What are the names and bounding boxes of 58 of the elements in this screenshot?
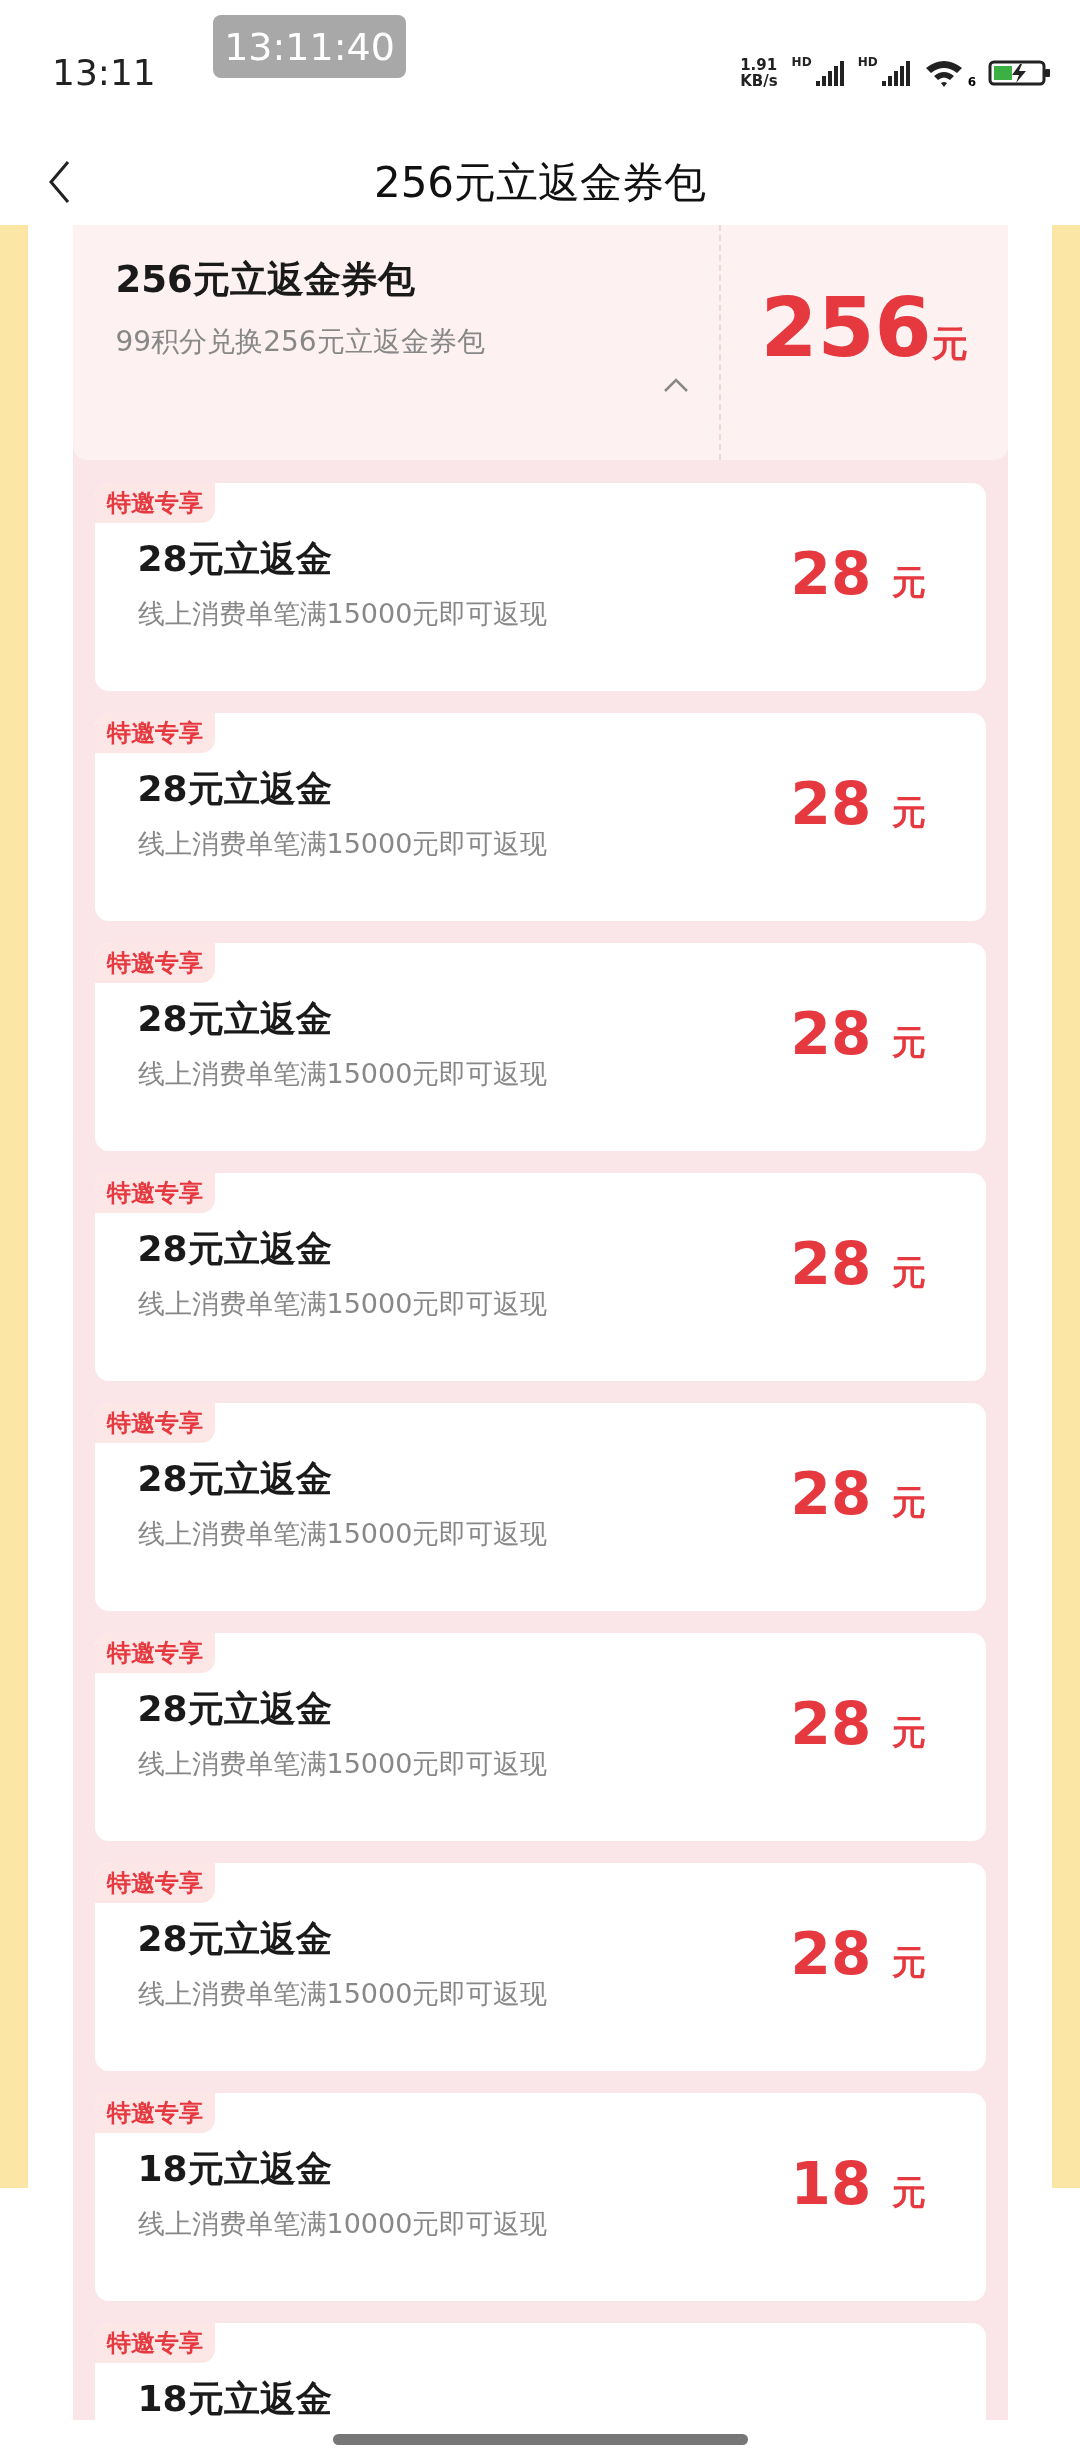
coupon-badge: 特邀专享 [94,1173,215,1213]
wifi-label: 6 [967,75,976,89]
coupon-card[interactable]: 特邀专享 18元立返金 [94,2323,986,2420]
back-icon[interactable] [48,160,72,204]
page-title: 256元立返金券包 [373,156,707,209]
coupon-amount: 18 元 [790,2149,926,2218]
hd-label: HD [791,55,812,69]
coupon-card[interactable]: 特邀专享 28元立返金 线上消费单笔满15000元即可返现 28 元 [94,713,986,921]
coupon-badge: 特邀专享 [94,943,215,983]
network-speed: 1.91 KB/s [740,57,778,89]
collapse-icon[interactable] [662,377,689,393]
coupon-amount: 28 元 [790,1919,926,1988]
coupon-description: 线上消费单笔满10000元即可返现 [137,2207,549,2241]
coupon-description: 线上消费单笔满15000元即可返现 [137,1977,549,2011]
coupon-description: 线上消费单笔满15000元即可返现 [137,597,549,631]
package-amount: 256元 [760,280,968,375]
coupon-badge: 特邀专享 [94,483,215,523]
coupon-description: 线上消费单笔满15000元即可返现 [137,1287,549,1321]
status-time: 13:11 [52,51,156,93]
signal-icon [815,60,846,86]
coupon-title: 28元立返金 [137,1457,333,1501]
coupon-title: 28元立返金 [137,537,333,581]
coupon-card[interactable]: 特邀专享 28元立返金 线上消费单笔满15000元即可返现 28 元 [94,1403,986,1611]
coupon-card[interactable]: 特邀专享 18元立返金 线上消费单笔满10000元即可返现 18 元 [94,2093,986,2301]
coupon-title: 28元立返金 [137,1917,333,1961]
package-description: 99积分兑换256元立返金券包 [115,324,486,360]
battery-icon [988,58,1052,88]
coupon-title: 28元立返金 [137,1687,333,1731]
coupon-amount: 28 元 [790,1229,926,1298]
coupon-amount: 28 元 [790,539,926,608]
hd-label: HD [857,55,878,69]
coupon-amount: 28 元 [790,769,926,838]
coupon-badge: 特邀专享 [94,1403,215,1443]
coupon-description: 线上消费单笔满15000元即可返现 [137,1057,549,1091]
coupon-badge: 特邀专享 [94,1633,215,1673]
coupon-badge: 特邀专享 [94,2323,215,2363]
coupon-card[interactable]: 特邀专享 28元立返金 线上消费单笔满15000元即可返现 28 元 [94,1863,986,2071]
coupon-card[interactable]: 特邀专享 28元立返金 线上消费单笔满15000元即可返现 28 元 [94,1633,986,1841]
coupon-description: 线上消费单笔满15000元即可返现 [137,1747,549,1781]
coupon-badge: 特邀专享 [94,1863,215,1903]
coupon-title: 28元立返金 [137,767,333,811]
signal-icon [881,60,912,86]
coupon-card[interactable]: 特邀专享 28元立返金 线上消费单笔满15000元即可返现 28 元 [94,483,986,691]
coupon-description: 线上消费单笔满15000元即可返现 [137,827,549,861]
coupon-title: 18元立返金 [137,2377,333,2420]
coupon-amount: 28 元 [790,999,926,1068]
coupon-amount: 28 元 [790,1689,926,1758]
coupon-card[interactable]: 特邀专享 28元立返金 线上消费单笔满15000元即可返现 28 元 [94,1173,986,1381]
coupon-card[interactable]: 特邀专享 28元立返金 线上消费单笔满15000元即可返现 28 元 [94,943,986,1151]
coupon-description: 线上消费单笔满15000元即可返现 [137,1517,549,1551]
coupon-amount: 28 元 [790,1459,926,1528]
package-title: 256元立返金券包 [115,257,416,303]
coupon-title: 18元立返金 [137,2147,333,2191]
coupon-title: 28元立返金 [137,997,333,1041]
coupon-badge: 特邀专享 [94,2093,215,2133]
coupon-badge: 特邀专享 [94,713,215,753]
coupon-title: 28元立返金 [137,1227,333,1271]
timestamp-label: 13:11:40 [213,15,406,78]
